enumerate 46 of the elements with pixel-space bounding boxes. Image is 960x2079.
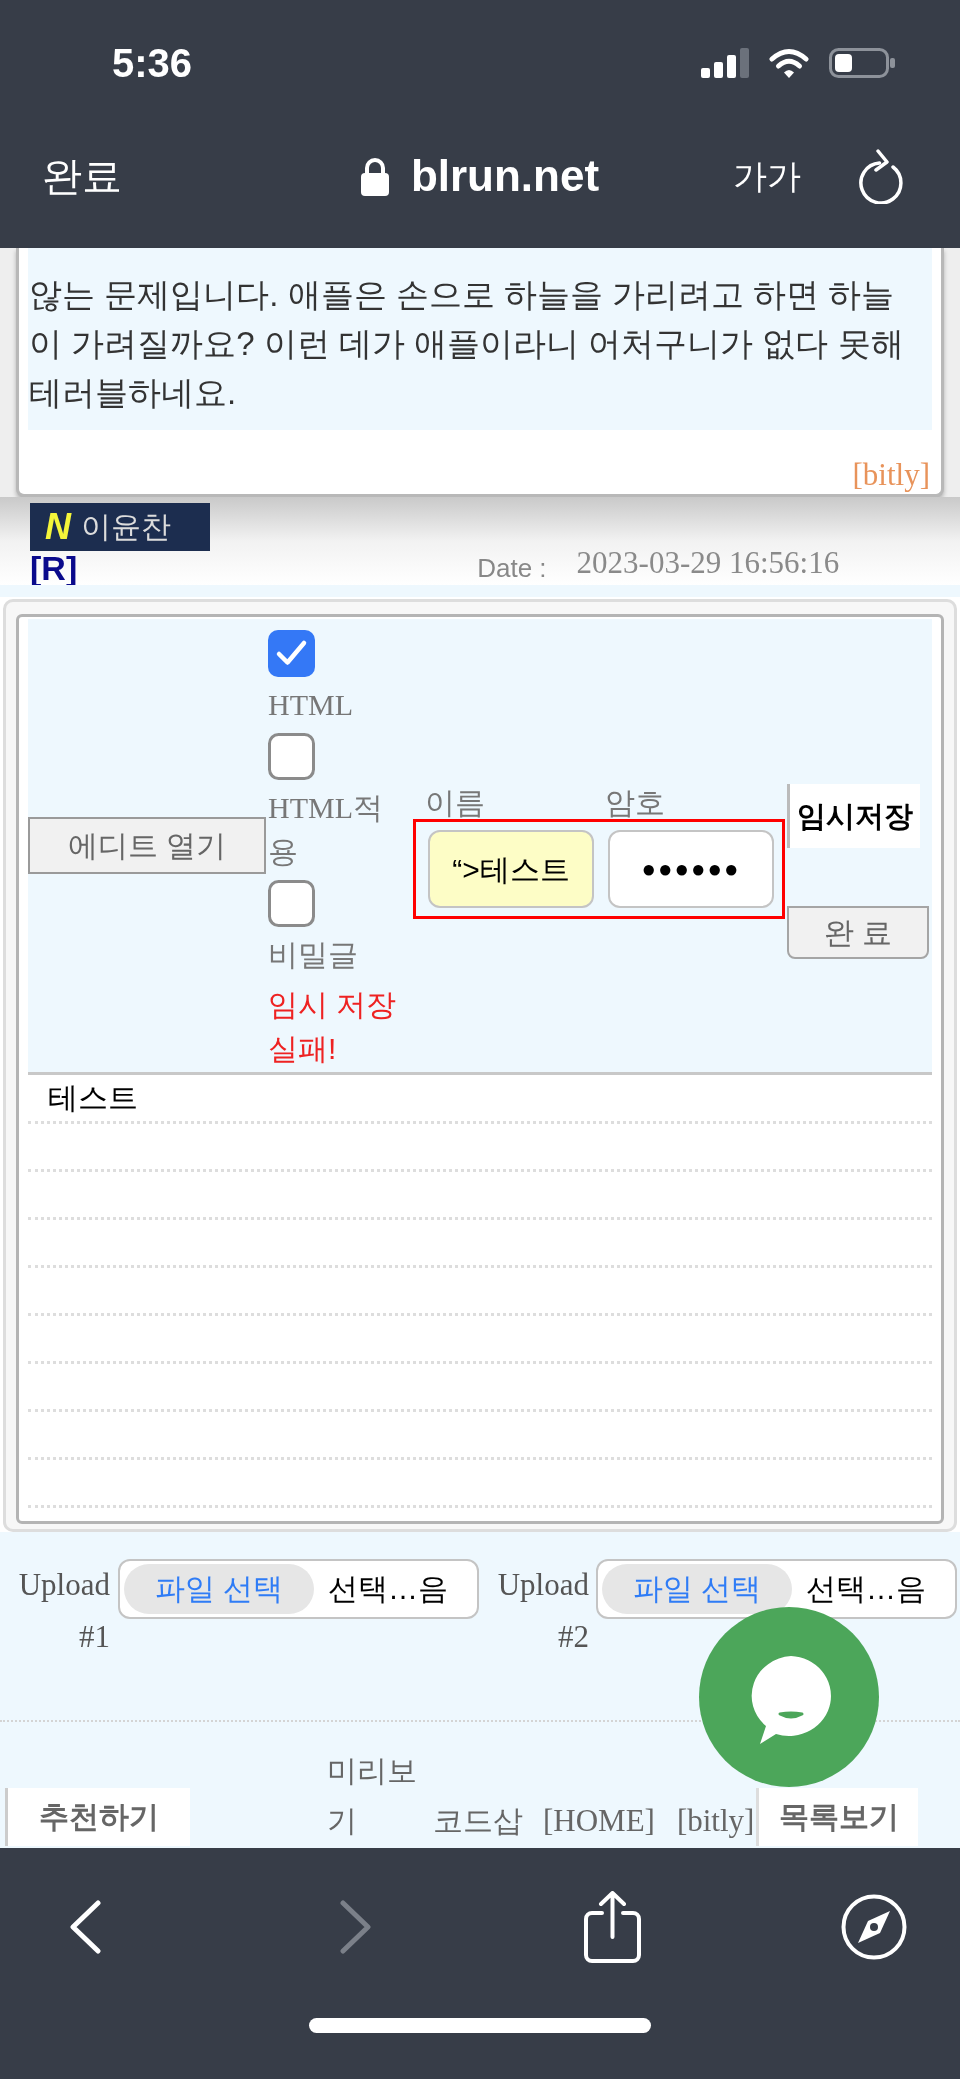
upload-label: Upload #2: [496, 1566, 589, 1656]
recommend-button[interactable]: 추천하기: [5, 1788, 190, 1846]
password-field[interactable]: ●●●●●●: [608, 830, 774, 908]
file-status: 선택…음: [328, 1574, 448, 1604]
save-draft-button[interactable]: 임시저장: [787, 784, 920, 848]
status-time: 5:36: [112, 43, 193, 83]
address-text[interactable]: blrun.net: [410, 154, 600, 198]
new-mark: N: [45, 509, 71, 545]
author-name: 이윤찬: [81, 512, 171, 542]
home-link[interactable]: [HOME]: [543, 1796, 655, 1846]
field-label: 암호: [605, 787, 666, 819]
code-insert-link[interactable]: 코드삽: [433, 1796, 523, 1846]
compass-icon[interactable]: [841, 1894, 907, 1960]
editor-open-button[interactable]: 에디트 열기: [28, 817, 266, 874]
error-message: 임시 저장 실패!: [268, 987, 398, 1067]
post-date: 2023-03-29 16:56:16: [576, 545, 840, 581]
choose-file-button[interactable]: 파일 선택: [602, 1564, 792, 1614]
file-input[interactable]: 파일 선택 선택…음: [118, 1559, 479, 1619]
choose-file-button[interactable]: 파일 선택: [124, 1564, 314, 1614]
name-field[interactable]: “>테스트: [428, 830, 594, 908]
option-label: 비밀글: [268, 937, 358, 973]
file-input[interactable]: 파일 선택 선택…음: [596, 1559, 957, 1619]
option-label: HTML적용: [268, 790, 384, 870]
lock-icon: [360, 156, 389, 196]
option-label: HTML: [268, 687, 353, 723]
checkbox[interactable]: [268, 880, 315, 927]
back-icon[interactable]: [70, 1900, 101, 1954]
list-button[interactable]: 목록보기: [756, 1788, 919, 1846]
done-button[interactable]: 완료: [42, 155, 122, 196]
file-status: 선택…음: [806, 1574, 926, 1604]
field-label: 이름: [425, 787, 486, 819]
reload-icon[interactable]: [856, 148, 903, 204]
comment-text: 않는 문제입니다. 애플은 손으로 하늘을 가리려고 하면 하늘이 가려질까요? 이런 데가 애플이라니 어처구니가 없다 못해 테러블하네요.: [28, 248, 932, 430]
checkbox[interactable]: [268, 733, 315, 780]
preview-link[interactable]: 미리보기: [327, 1746, 423, 1846]
bitly-link[interactable]: [bitly]: [676, 1796, 755, 1846]
battery-icon: [829, 48, 895, 78]
forward-icon[interactable]: [340, 1900, 371, 1954]
share-icon[interactable]: [584, 1891, 641, 1963]
submit-button[interactable]: 완 료: [787, 906, 929, 959]
date-label: Date :: [477, 553, 547, 583]
text-size-button[interactable]: 가가: [733, 159, 801, 193]
checkbox[interactable]: [268, 630, 315, 677]
upload-label: Upload #1: [17, 1566, 110, 1656]
signal-icon: [701, 48, 749, 78]
wifi-icon: [769, 48, 809, 78]
